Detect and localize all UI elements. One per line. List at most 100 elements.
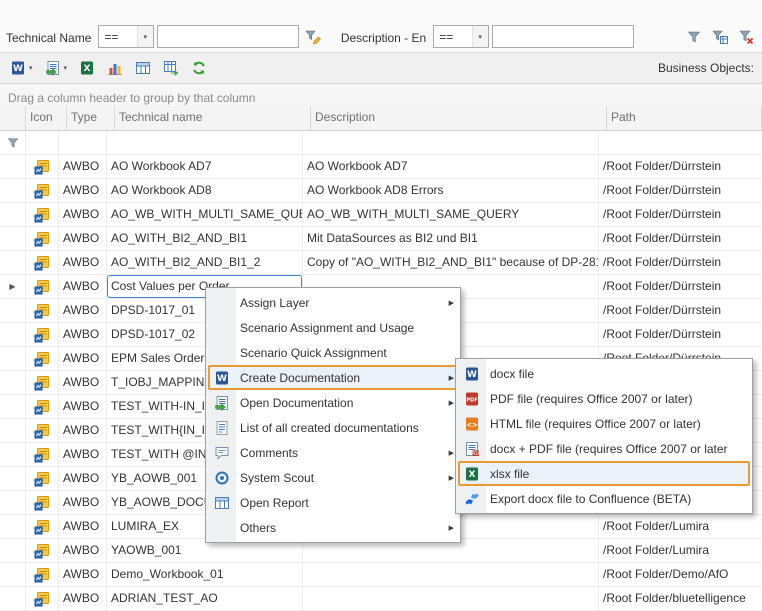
technical-name-cell[interactable]: AO_WITH_BI2_AND_BI1 [107,227,303,250]
export-xlsx-button[interactable]: X [75,56,99,80]
path-cell[interactable]: /Root Folder/Dürrstein [599,299,762,322]
context-menu-item-scenario-quick-assignment[interactable]: Scenario Quick Assignment [208,340,458,365]
description-filter-input[interactable] [492,25,634,48]
path-cell[interactable]: /Root Folder/Dürrstein [599,203,762,226]
path-cell[interactable]: /Root Folder/Demo/AfO [599,563,762,586]
type-cell[interactable]: AWBO [59,347,107,370]
technical-name-cell[interactable]: AO_WB_WITH_MULTI_SAME_QUERY [107,203,303,226]
submenu-item-pdf-file-requires-office-2007-or-later[interactable]: PDFPDF file (requires Office 2007 or lat… [458,386,750,411]
type-cell[interactable]: AWBO [59,155,107,178]
auto-filter-row[interactable] [0,131,762,155]
path-cell[interactable]: /Root Folder/Dürrstein [599,179,762,202]
type-cell[interactable]: AWBO [59,539,107,562]
technical-name-cell[interactable]: AO_WITH_BI2_AND_BI1_2 [107,251,303,274]
table-row[interactable]: AWBOAO_WITH_BI2_AND_BI1Mit DataSources a… [0,227,762,251]
type-cell[interactable]: AWBO [59,491,107,514]
submenu-item-export-docx-file-to-confluence-beta[interactable]: Export docx file to Confluence (BETA) [458,486,750,511]
table-row[interactable]: AWBOADRIAN_TEST_AO/Root Folder/bluetelli… [0,587,762,611]
filter-button[interactable] [682,26,705,48]
context-menu-item-comments[interactable]: Comments▶ [208,440,458,465]
type-cell[interactable]: AWBO [59,395,107,418]
type-cell[interactable]: AWBO [59,323,107,346]
context-menu-item-others[interactable]: Others▶ [208,515,458,540]
context-menu-item-assign-layer[interactable]: Assign Layer▶ [208,290,458,315]
grid-view-button[interactable] [131,56,155,80]
filter-builder-button[interactable] [709,26,732,48]
description-cell[interactable] [303,563,599,586]
submenu-item-docx-file[interactable]: Wdocx file [458,361,750,386]
row-indicator [0,419,26,442]
context-menu-item-list-of-all-created-documentations[interactable]: List of all created documentations [208,415,458,440]
context-menu-item-open-report[interactable]: Open Report [208,490,458,515]
table-row[interactable]: AWBOAO_WB_WITH_MULTI_SAME_QUERYAO_WB_WIT… [0,203,762,227]
path-cell[interactable]: /Root Folder/Dürrstein [599,323,762,346]
column-header-path[interactable]: Path [607,106,762,130]
type-cell[interactable]: AWBO [59,563,107,586]
menu-item-label: Open Report [240,496,436,510]
filter-cell-path[interactable] [599,131,762,154]
table-row[interactable]: AWBOAO Workbook AD8AO Workbook AD8 Error… [0,179,762,203]
description-operator-select[interactable]: == ▾ [433,25,488,48]
context-menu-item-scenario-assignment-and-usage[interactable]: Scenario Assignment and Usage [208,315,458,340]
description-cell[interactable] [303,587,599,610]
type-cell[interactable]: AWBO [59,443,107,466]
refresh-button[interactable] [187,56,211,80]
description-cell[interactable]: Copy of "AO_WITH_BI2_AND_BI1" because of… [303,251,599,274]
technical-name-filter-input[interactable] [157,25,299,48]
type-cell[interactable]: AWBO [59,251,107,274]
filter-cell-technical-name[interactable] [107,131,303,154]
open-documentation-button[interactable]: ▾ [41,56,72,80]
technical-name-operator-value: == [104,30,118,44]
filter-cell-description[interactable] [303,131,599,154]
custom-filter-edit-button[interactable] [302,26,325,48]
clear-filter-button[interactable] [735,26,758,48]
type-cell[interactable]: AWBO [59,299,107,322]
path-cell[interactable]: /Root Folder/Dürrstein [599,275,762,298]
column-header-icon[interactable]: Icon [26,106,67,130]
type-cell[interactable]: AWBO [59,275,107,298]
path-cell[interactable]: /Root Folder/Dürrstein [599,251,762,274]
technical-name-cell[interactable]: AO Workbook AD7 [107,155,303,178]
description-cell[interactable]: AO Workbook AD8 Errors [303,179,599,202]
path-cell[interactable]: /Root Folder/Dürrstein [599,155,762,178]
technical-name-cell[interactable]: ADRIAN_TEST_AO [107,587,303,610]
description-cell[interactable]: AO_WB_WITH_MULTI_SAME_QUERY [303,203,599,226]
table-row[interactable]: AWBOAO_WITH_BI2_AND_BI1_2Copy of "AO_WIT… [0,251,762,275]
column-header-description[interactable]: Description [311,106,607,130]
type-cell[interactable]: AWBO [59,515,107,538]
table-row[interactable]: AWBOAO Workbook AD7AO Workbook AD7/Root … [0,155,762,179]
submenu-item-xlsx-file[interactable]: Xxlsx file [458,461,750,486]
submenu-item-html-file-requires-office-2007-or-later[interactable]: <>HTML file (requires Office 2007 or lat… [458,411,750,436]
context-menu-item-system-scout[interactable]: System Scout▶ [208,465,458,490]
description-cell[interactable]: AO Workbook AD7 [303,155,599,178]
row-indicator [0,371,26,394]
filter-cell-type[interactable] [59,131,107,154]
create-documentation-button[interactable]: W▾ [6,56,37,80]
type-cell[interactable]: AWBO [59,587,107,610]
technical-name-cell[interactable]: Demo_Workbook_01 [107,563,303,586]
path-cell[interactable]: /Root Folder/bluetelligence [599,587,762,610]
technical-name-cell[interactable]: AO Workbook AD8 [107,179,303,202]
column-header-technical-name[interactable]: Technical name [115,106,311,130]
chart-button[interactable] [103,56,127,80]
context-menu-item-open-documentation[interactable]: Open Documentation▶ [208,390,458,415]
type-cell[interactable]: AWBO [59,179,107,202]
path-cell[interactable]: /Root Folder/Lumira [599,515,762,538]
type-cell[interactable]: AWBO [59,227,107,250]
context-menu-item-create-documentation[interactable]: WCreate Documentation▶ [208,365,458,390]
docx-pdf-doc-icon: PDF [462,441,482,457]
type-cell[interactable]: AWBO [59,467,107,490]
path-cell[interactable]: /Root Folder/Dürrstein [599,227,762,250]
column-header-type[interactable]: Type [67,106,115,130]
description-cell[interactable]: Mit DataSources as BI2 und BI1 [303,227,599,250]
table-row[interactable]: AWBODemo_Workbook_01/Root Folder/Demo/Af… [0,563,762,587]
funnel-grid-icon [712,29,728,45]
grid-export-button[interactable] [159,56,183,80]
technical-name-operator-select[interactable]: == ▾ [98,25,153,48]
type-cell[interactable]: AWBO [59,203,107,226]
type-cell[interactable]: AWBO [59,419,107,442]
path-cell[interactable]: /Root Folder/Lumira [599,539,762,562]
submenu-item-docx-pdf-file-requires-office-2007-or-later[interactable]: PDFdocx + PDF file (requires Office 2007… [458,436,750,461]
filter-cell-icon[interactable] [26,131,59,154]
type-cell[interactable]: AWBO [59,371,107,394]
